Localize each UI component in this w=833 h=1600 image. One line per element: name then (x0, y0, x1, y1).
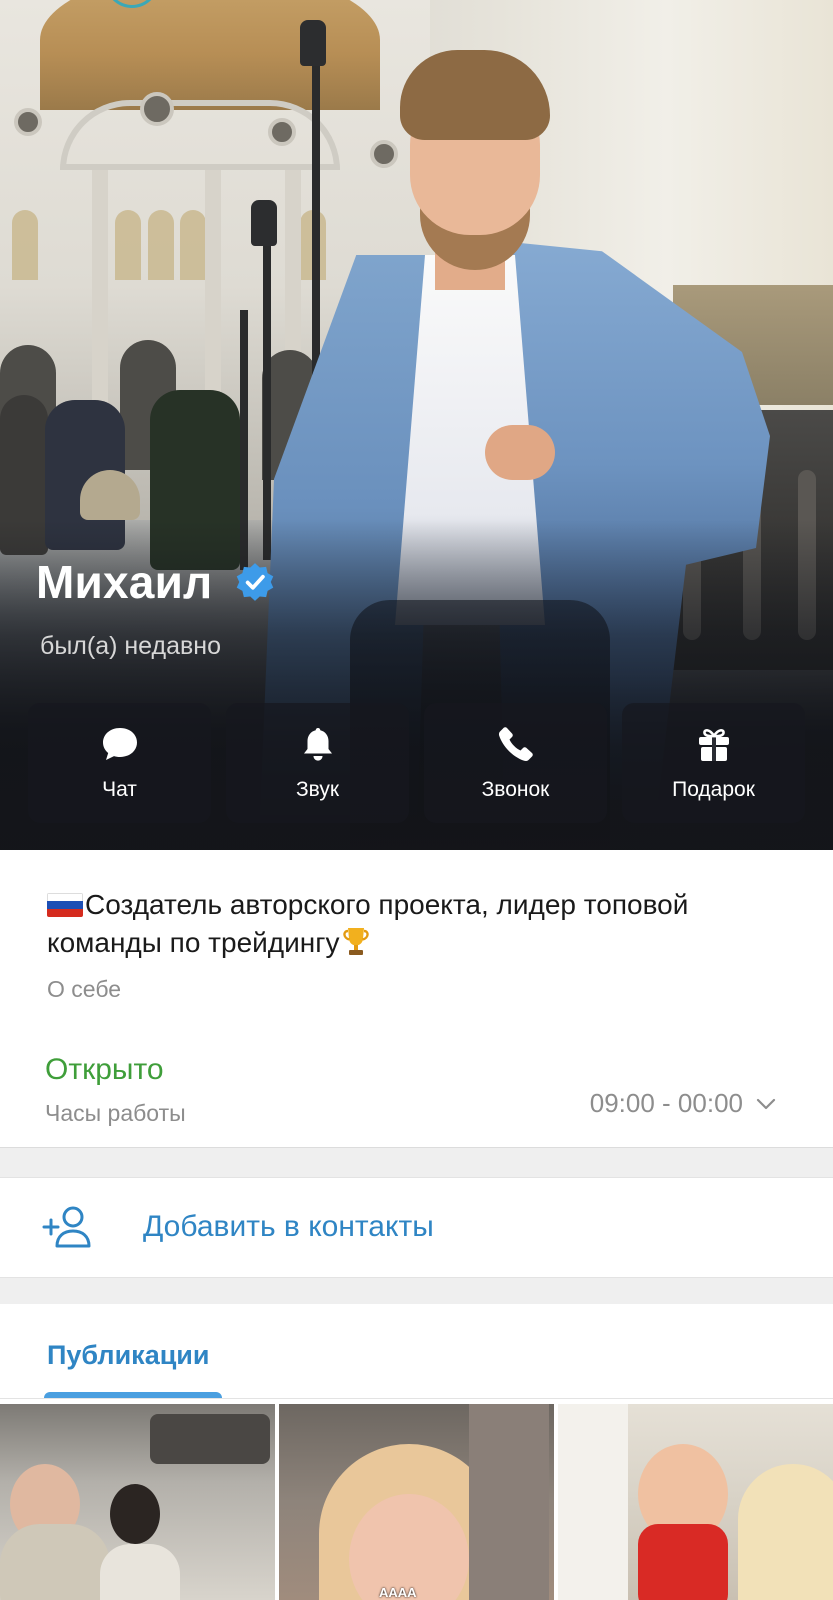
profile-page: Михаил был(а) недавно Чат Звук Звонок По… (0, 0, 833, 1600)
russia-flag-icon (47, 893, 83, 917)
gift-button-label: Подарок (672, 778, 755, 801)
publication-thumbnail[interactable] (0, 1404, 275, 1600)
trophy-icon (343, 928, 370, 955)
call-button-label: Звонок (481, 778, 550, 801)
publication-thumbnail[interactable]: AAAA (279, 1404, 554, 1600)
thumbnail-caption: AAAA (379, 1585, 417, 1600)
about-section: Создатель авторского проекта, лидер топо… (0, 850, 833, 1148)
sound-button-label: Звук (295, 778, 340, 801)
tab-publications[interactable]: Публикации (47, 1340, 210, 1371)
gift-button[interactable]: Подарок (622, 703, 805, 823)
hours-value: 09:00 - 00:00 (589, 1088, 743, 1118)
bio-text: Создатель авторского проекта, лидер топо… (47, 886, 767, 962)
publication-thumbnail[interactable] (558, 1404, 833, 1600)
add-contact-button[interactable]: Добавить в контакты (0, 1177, 833, 1278)
last-seen-status: был(а) недавно (40, 632, 222, 660)
chat-button-label: Чат (102, 778, 137, 801)
action-buttons: Чат Звук Звонок Подарок (28, 703, 805, 823)
publications-section: Публикации AAAA (0, 1304, 833, 1600)
chat-bubble-icon (102, 728, 137, 760)
call-button[interactable]: Звонок (424, 703, 607, 823)
bell-icon (303, 728, 332, 761)
phone-icon (498, 727, 533, 762)
add-contact-label: Добавить в контакты (143, 1210, 434, 1243)
working-hours-dropdown[interactable]: 09:00 - 00:00 (590, 1088, 777, 1119)
profile-photo[interactable]: Михаил был(а) недавно Чат Звук Звонок По… (0, 0, 833, 850)
verified-badge-icon (237, 563, 274, 601)
open-status: Открыто (45, 1053, 164, 1086)
tabs-divider (0, 1398, 833, 1399)
add-person-icon (42, 1206, 91, 1248)
profile-name-text: Михаил (36, 556, 213, 608)
profile-name: Михаил (36, 555, 276, 609)
publications-grid: AAAA (0, 1404, 833, 1600)
gift-icon (698, 729, 729, 761)
chevron-down-icon (756, 1098, 776, 1109)
sound-button[interactable]: Звук (226, 703, 409, 823)
hours-label: Часы работы (45, 1100, 186, 1126)
bio-label: О себе (47, 976, 122, 1002)
chat-button[interactable]: Чат (28, 703, 211, 823)
